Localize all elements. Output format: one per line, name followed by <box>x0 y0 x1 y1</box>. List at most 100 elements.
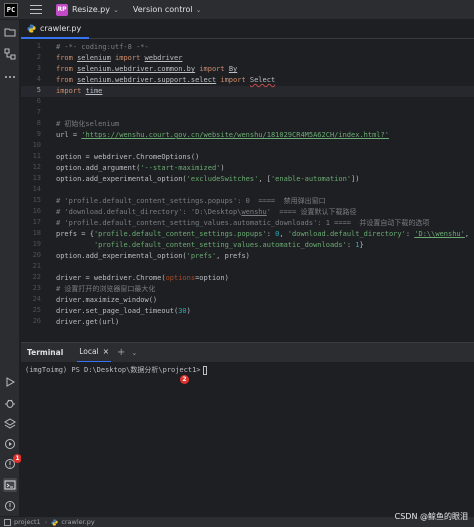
folder-icon[interactable] <box>3 25 17 39</box>
code-token: option.add_experimental_option( <box>56 252 187 260</box>
code-token: from <box>56 76 78 84</box>
code-line[interactable]: driver.set_page_load_timeout(30) <box>56 306 191 317</box>
code-token: from <box>56 54 78 62</box>
code-token: 'profile.default_content_settings.popups… <box>93 230 267 238</box>
terminal-header: Terminal Local × + ⌄ <box>21 342 474 363</box>
text-cursor <box>202 365 207 375</box>
code-line[interactable]: option.add_argument('--start-maximized') <box>56 163 225 174</box>
code-token: # 初始化selenium <box>56 120 120 128</box>
code-line[interactable]: from selenium.webdriver.support.select i… <box>56 75 275 86</box>
code-token: from <box>56 65 78 73</box>
line-number: 9 <box>36 130 41 138</box>
code-line[interactable]: # -*- coding:utf-8 -*- <box>56 42 149 53</box>
code-line[interactable]: # 设置打开的浏览器窗口最大化 <box>56 284 155 295</box>
services-icon[interactable] <box>3 437 17 451</box>
version-control-menu[interactable]: Version control <box>133 5 193 14</box>
code-token: selenium.webdriver.support.select <box>77 76 217 84</box>
new-terminal-button[interactable]: + <box>117 347 125 358</box>
code-token: 'https://wenshu.court.gov.cn/website/wen… <box>81 131 389 139</box>
line-number: 14 <box>32 185 41 193</box>
watermark: CSDN @鲸鱼的眼泪 <box>394 512 468 521</box>
line-number: 13 <box>32 174 41 182</box>
breadcrumb-file[interactable]: crawler.py <box>61 518 94 526</box>
chevron-down-icon[interactable]: ⌄ <box>131 349 137 357</box>
code-token: , <box>279 230 288 238</box>
tab-crawler-py[interactable]: crawler.py <box>21 20 90 39</box>
code-line[interactable]: from selenium import webdriver <box>56 53 182 64</box>
terminal-tab-local[interactable]: Local × <box>77 343 112 363</box>
terminal-tab-label: Local <box>79 347 99 356</box>
code-token: , <box>464 230 470 238</box>
layers-icon[interactable] <box>3 417 17 431</box>
code-token: import <box>195 65 229 73</box>
code-token: ) <box>186 307 191 315</box>
breadcrumb-project[interactable]: project1 <box>14 518 41 526</box>
line-number: 18 <box>32 229 41 237</box>
python-file-icon <box>27 24 36 33</box>
code-line[interactable]: prefs = {'profile.default_content_settin… <box>56 229 469 240</box>
project-badge[interactable]: RP <box>56 3 68 16</box>
code-token: # 'download.default_directory': 'D:\Desk… <box>56 208 242 216</box>
title-bar: PC RP Resize.py ⌄ Version control ⌄ <box>0 0 474 20</box>
code-area[interactable]: # -*- coding:utf-8 -*- from selenium impo… <box>56 40 474 330</box>
code-token: } <box>359 241 364 249</box>
code-token: : <box>346 241 356 249</box>
code-token: , prefs) <box>216 252 250 260</box>
code-token: 'D:\\wenshu' <box>414 230 465 238</box>
code-token: # 'profile.default_content_settings.popu… <box>56 197 326 205</box>
code-line[interactable]: option.add_experimental_option('prefs', … <box>56 251 250 262</box>
pycharm-logo-icon: PC <box>4 2 18 17</box>
code-token: webdriver <box>144 54 183 62</box>
close-icon[interactable]: × <box>103 347 109 356</box>
code-line[interactable]: # 'profile.default_content_setting_value… <box>56 218 429 229</box>
code-token: =option) <box>195 274 229 282</box>
line-number: 4 <box>36 75 41 83</box>
code-line[interactable]: driver.maximize_window() <box>56 295 157 306</box>
chevron-down-icon[interactable]: ⌄ <box>113 6 119 14</box>
code-token: option = webdriver.ChromeOptions() <box>56 153 200 161</box>
code-token: option.add_experimental_option( <box>56 175 187 183</box>
code-token: ]) <box>351 175 360 183</box>
code-token: 'profile.default_content_setting_values.… <box>93 241 347 249</box>
line-number: 24 <box>32 295 41 303</box>
chevron-down-icon[interactable]: ⌄ <box>196 6 202 14</box>
line-number: 17 <box>32 218 41 226</box>
code-line[interactable]: # 'profile.default_content_settings.popu… <box>56 196 326 207</box>
code-token: 'excludeSwitches' <box>186 175 259 183</box>
code-token: # -*- coding:utf-8 -*- <box>56 43 149 51</box>
code-token: # 'profile.default_content_setting_value… <box>56 219 430 227</box>
terminal-prompt: (imgToimg) PS D:\Desktop\数据分析\project1> <box>25 365 207 375</box>
code-token: option.add_argument( <box>56 164 141 172</box>
project-name[interactable]: Resize.py <box>72 5 110 14</box>
main-menu-icon[interactable] <box>30 4 42 16</box>
code-line[interactable]: url = 'https://wenshu.court.gov.cn/websi… <box>56 130 389 141</box>
code-token: prefs = { <box>56 230 94 238</box>
code-line[interactable]: 'profile.default_content_setting_values.… <box>56 240 364 251</box>
line-number: 10 <box>32 141 41 149</box>
code-line[interactable]: from selenium.webdriver.common.by import… <box>56 64 237 75</box>
code-editor[interactable]: 1 2 3 4 5 6 7 8 9 10 11 12 13 14 15 16 17 18 19 20 21 22 23 24 2… <box>21 40 474 330</box>
line-number: 16 <box>32 207 41 215</box>
code-line[interactable]: # 'download.default_directory': 'D:\Desk… <box>56 207 356 218</box>
code-token: driver.get(url) <box>56 318 120 326</box>
line-number: 26 <box>32 317 41 325</box>
terminal-icon[interactable] <box>3 478 17 492</box>
code-token: Select <box>249 76 276 84</box>
code-token: # 设置打开的浏览器窗口最大化 <box>56 285 156 293</box>
code-line[interactable]: # 初始化selenium <box>56 119 119 130</box>
code-line[interactable]: driver.get(url) <box>56 317 119 328</box>
code-line[interactable]: option = webdriver.ChromeOptions() <box>56 152 199 163</box>
code-token: 'prefs' <box>186 252 217 260</box>
code-line[interactable]: import time <box>56 86 102 97</box>
run-icon[interactable] <box>3 375 17 389</box>
terminal-console[interactable]: (imgToimg) PS D:\Desktop\数据分析\project1> <box>21 362 474 516</box>
code-line[interactable]: driver = webdriver.Chrome(options=option… <box>56 273 229 284</box>
structure-icon[interactable] <box>3 47 17 61</box>
more-icon[interactable] <box>3 70 17 84</box>
alert-icon[interactable] <box>3 499 17 513</box>
line-number: 22 <box>32 273 41 281</box>
debug-icon[interactable] <box>3 396 17 410</box>
project-square-icon <box>4 518 11 526</box>
code-line[interactable]: option.add_experimental_option('excludeS… <box>56 174 359 185</box>
